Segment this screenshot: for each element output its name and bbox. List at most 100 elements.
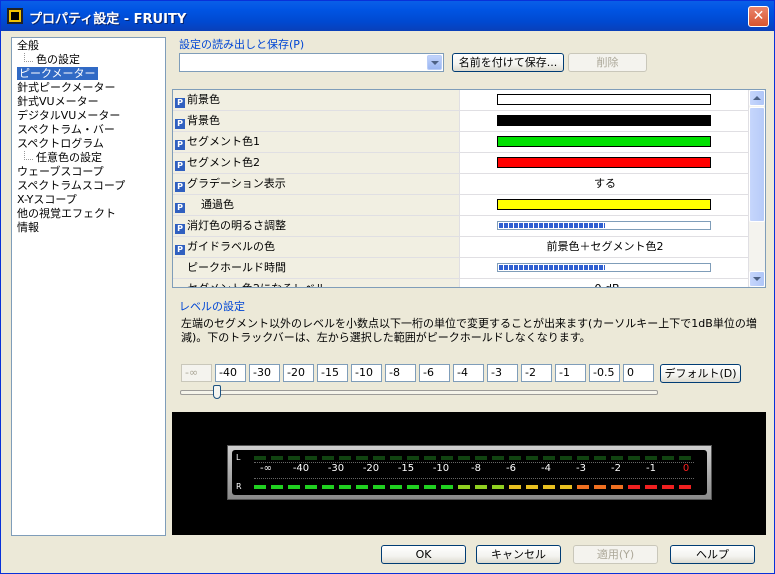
meter-segment — [679, 485, 691, 489]
save-as-button[interactable]: 名前を付けて保存... — [452, 53, 564, 72]
level-field[interactable]: -30 — [249, 364, 280, 382]
property-row[interactable]: 前景色 P — [173, 90, 749, 111]
level-field[interactable]: -4 — [453, 364, 484, 382]
meter-segment — [475, 456, 487, 460]
tree-item[interactable]: スペクトログラム — [12, 137, 165, 151]
meter-segment — [594, 485, 606, 489]
meter-segment — [577, 456, 589, 460]
preset-combo[interactable] — [179, 53, 444, 72]
property-grid[interactable]: 前景色 P 背景色 P セグメント色1 P セグメント色2 P グラデーション表示 P する 通過色 P… — [172, 89, 766, 288]
apply-button[interactable]: 適用(Y) — [573, 545, 658, 564]
tree-item[interactable]: スペクトラム・バー — [12, 123, 165, 137]
meter-segment — [271, 456, 283, 460]
color-swatch[interactable] — [497, 157, 711, 168]
property-value[interactable] — [461, 153, 749, 173]
level-field[interactable]: -8 — [385, 364, 416, 382]
level-field[interactable]: -20 — [283, 364, 314, 382]
right-channel-label: R — [236, 482, 242, 491]
property-value[interactable] — [461, 195, 749, 215]
level-field[interactable]: -10 — [351, 364, 382, 382]
tree-item[interactable]: ウェーブスコープ — [12, 165, 165, 179]
scroll-thumb[interactable] — [749, 107, 765, 222]
delete-button[interactable]: 削除 — [568, 53, 647, 72]
property-row[interactable]: セグメント色2になるレベル-0 dB — [173, 279, 749, 287]
ok-button[interactable]: OK — [381, 545, 466, 564]
scroll-down-icon[interactable] — [749, 271, 765, 287]
default-button[interactable]: デフォルト(D) — [660, 364, 741, 383]
property-row[interactable]: ガイドラベルの色 P 前景色＋セグメント色2 — [173, 237, 749, 258]
category-tree[interactable]: 全般 色の設定 ピークメーター 針式ピークメーター 針式VUメーター デジタルVUメーター… — [11, 37, 166, 536]
tree-item[interactable]: X-Yスコープ — [12, 193, 165, 207]
tree-item[interactable]: 他の視覚エフェクト — [12, 207, 165, 221]
meter-segment — [356, 456, 368, 460]
property-row[interactable]: ピークホールド時間 — [173, 258, 749, 279]
meter-segment — [628, 456, 640, 460]
meter-segment — [492, 456, 504, 460]
meter-segment — [305, 485, 317, 489]
property-value[interactable] — [461, 216, 749, 236]
level-field[interactable]: -2 — [521, 364, 552, 382]
color-swatch[interactable] — [497, 136, 711, 147]
meter-segment — [594, 456, 606, 460]
level-field[interactable]: -15 — [317, 364, 348, 382]
tree-item[interactable]: 任意色の設定 — [12, 151, 165, 165]
slider-fill — [499, 223, 605, 228]
meter-segment — [526, 456, 538, 460]
tree-item[interactable]: 針式VUメーター — [12, 95, 165, 109]
property-row[interactable]: セグメント色1 P — [173, 132, 749, 153]
property-name: セグメント色1 — [173, 132, 460, 152]
level-field[interactable]: -40 — [215, 364, 246, 382]
property-row[interactable]: グラデーション表示 P する — [173, 174, 749, 195]
level-slider[interactable] — [497, 221, 711, 230]
chevron-down-icon[interactable] — [427, 55, 442, 70]
tree-item[interactable]: 色の設定 — [12, 53, 165, 67]
color-swatch[interactable] — [497, 199, 711, 210]
property-value[interactable] — [461, 111, 749, 131]
meter-tick-label: -∞ — [260, 463, 272, 474]
level-field[interactable]: -6 — [419, 364, 450, 382]
tree-item[interactable]: 針式ピークメーター — [12, 81, 165, 95]
level-group-label: レベルの設定 — [179, 298, 245, 314]
meter-segment — [390, 456, 402, 460]
level-field[interactable]: -0.5 — [589, 364, 620, 382]
meter-segment — [288, 485, 300, 489]
meter-segment — [475, 485, 487, 489]
property-value[interactable]: 前景色＋セグメント色2 — [461, 237, 749, 257]
meter-segment — [339, 456, 351, 460]
property-page-icon: P — [175, 224, 185, 234]
property-page-icon: P — [175, 203, 185, 213]
color-swatch[interactable] — [497, 94, 711, 105]
title-bar: プロパティ設定 - FRUITY ✕ — [1, 1, 774, 31]
level-field[interactable]: 0 — [623, 364, 654, 382]
tree-item[interactable]: デジタルVUメーター — [12, 109, 165, 123]
property-name: 消灯色の明るさ調整 — [173, 216, 460, 236]
property-row[interactable]: 背景色 P — [173, 111, 749, 132]
level-field[interactable]: -1 — [555, 364, 586, 382]
level-slider[interactable] — [497, 263, 711, 272]
property-value[interactable] — [461, 90, 749, 110]
property-value[interactable]: する — [461, 174, 749, 194]
color-swatch[interactable] — [497, 115, 711, 126]
level-field[interactable]: -3 — [487, 364, 518, 382]
tree-item[interactable]: スペクトラムスコープ — [12, 179, 165, 193]
close-icon[interactable]: ✕ — [748, 6, 769, 27]
properties-dialog: プロパティ設定 - FRUITY ✕ 全般 色の設定 ピークメーター 針式ピークメータ… — [0, 0, 775, 574]
trackbar-thumb[interactable] — [213, 385, 222, 399]
property-name: 前景色 — [173, 90, 460, 110]
meter-tick-label: -6 — [506, 463, 516, 474]
property-row[interactable]: セグメント色2 P — [173, 153, 749, 174]
property-value[interactable] — [461, 258, 749, 278]
help-button[interactable]: ヘルプ — [670, 545, 755, 564]
tree-item[interactable]: 情報 — [12, 221, 165, 235]
property-value[interactable] — [461, 132, 749, 152]
peak-hold-trackbar[interactable] — [180, 390, 658, 395]
property-value[interactable]: -0 dB — [461, 279, 749, 287]
property-row[interactable]: 消灯色の明るさ調整 P — [173, 216, 749, 237]
scroll-up-icon[interactable] — [749, 90, 765, 106]
cancel-button[interactable]: キャンセル — [476, 545, 561, 564]
tree-item[interactable]: ピークメーター — [12, 67, 165, 81]
tree-item-label: 情報 — [17, 221, 39, 234]
property-scrollbar[interactable] — [748, 90, 765, 287]
property-row[interactable]: 通過色 P — [173, 195, 749, 216]
tree-item[interactable]: 全般 — [12, 39, 165, 53]
